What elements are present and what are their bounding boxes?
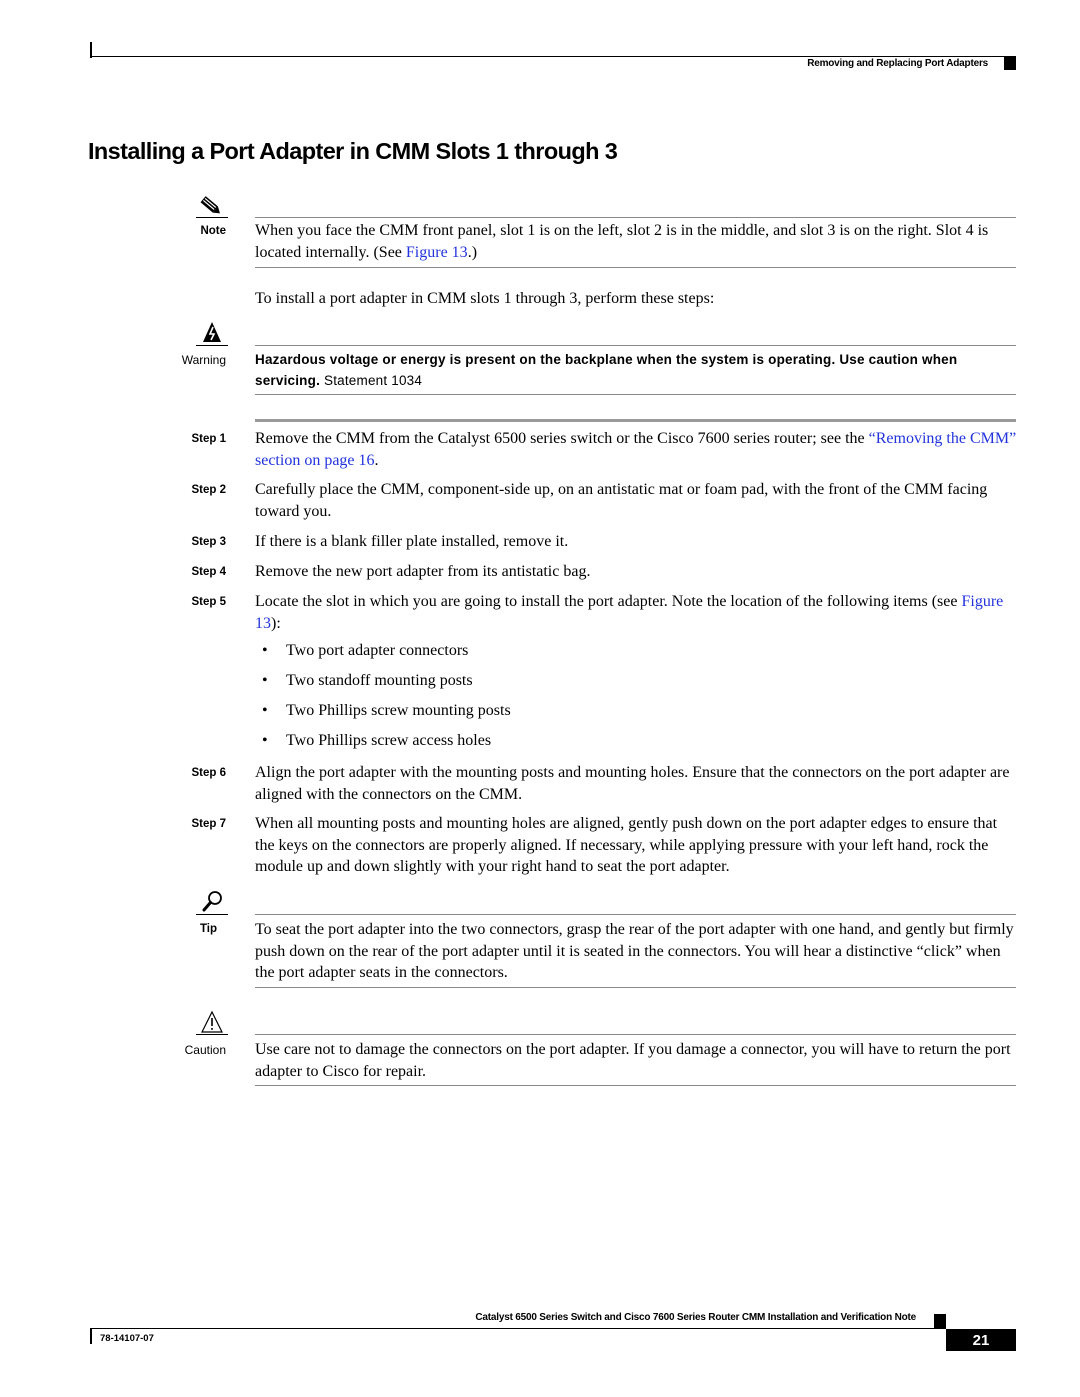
footer-corner-mark bbox=[90, 1328, 92, 1344]
step-7-label: Step 7 bbox=[191, 818, 226, 830]
step-2-text: Carefully place the CMM, component-side … bbox=[255, 481, 988, 520]
warning-label: Warning bbox=[181, 353, 226, 367]
list-item: Two port adapter connectors bbox=[286, 642, 469, 659]
warning-bottom-rule bbox=[255, 394, 1016, 395]
running-header: Removing and Replacing Port Adapters bbox=[807, 58, 988, 69]
step-4-text: Remove the new port adapter from its ant… bbox=[255, 563, 591, 580]
page-number: 21 bbox=[946, 1329, 1016, 1351]
step-3-text: If there is a blank filler plate install… bbox=[255, 533, 569, 550]
list-item: Two Phillips screw mounting posts bbox=[286, 702, 511, 719]
footer-rule bbox=[90, 1328, 946, 1329]
header-block-mark bbox=[1004, 57, 1016, 70]
caution-bottom-rule bbox=[255, 1085, 1016, 1086]
caution-label: Caution bbox=[184, 1043, 226, 1057]
electrical-hazard-icon bbox=[196, 320, 228, 344]
pencil-note-icon bbox=[196, 194, 228, 218]
step-5-text: Locate the slot in which you are going t… bbox=[255, 593, 1004, 632]
tip-bottom-rule bbox=[255, 987, 1016, 988]
caution-icon-rule bbox=[196, 1034, 228, 1035]
statement-number: Statement 1034 bbox=[323, 373, 423, 388]
step-6-text: Align the port adapter with the mounting… bbox=[255, 764, 1010, 803]
tip-text: To seat the port adapter into the two co… bbox=[255, 921, 1014, 981]
note-top-rule bbox=[255, 217, 1016, 218]
footer-doc-title: Catalyst 6500 Series Switch and Cisco 76… bbox=[475, 1312, 916, 1323]
step-4-label: Step 4 bbox=[191, 566, 226, 578]
page-title: Installing a Port Adapter in CMM Slots 1… bbox=[88, 138, 618, 164]
step-2-label: Step 2 bbox=[191, 484, 226, 496]
header-rule bbox=[90, 56, 1016, 57]
tip-top-rule bbox=[255, 914, 1016, 915]
note-icon-rule bbox=[196, 217, 228, 218]
warning-top-rule bbox=[255, 345, 1016, 346]
bullet-icon: • bbox=[262, 702, 268, 719]
footer-doc-number: 78-14107-07 bbox=[100, 1333, 154, 1344]
caution-top-rule bbox=[255, 1034, 1016, 1035]
step-7-text: When all mounting posts and mounting hol… bbox=[255, 815, 998, 875]
step-1-text: Remove the CMM from the Catalyst 6500 se… bbox=[255, 430, 1017, 469]
note-bottom-rule bbox=[255, 267, 1016, 268]
tip-label: Tip bbox=[199, 923, 217, 935]
note-label: Note bbox=[200, 225, 226, 237]
bullet-icon: • bbox=[262, 672, 268, 689]
tip-icon-rule bbox=[196, 914, 228, 915]
figure-13-link[interactable]: Figure 13 bbox=[406, 244, 468, 261]
list-item: Two Phillips screw access holes bbox=[286, 732, 492, 749]
step-1-label: Step 1 bbox=[191, 433, 226, 445]
footer-block-mark bbox=[934, 1314, 946, 1328]
caution-text: Use care not to damage the connectors on… bbox=[255, 1041, 1011, 1080]
list-item: Two standoff mounting posts bbox=[286, 672, 473, 689]
procedure-start-rule bbox=[255, 419, 1016, 422]
step-5-label: Step 5 bbox=[191, 596, 226, 608]
intro-text: To install a port adapter in CMM slots 1… bbox=[255, 290, 715, 307]
note-text: When you face the CMM front panel, slot … bbox=[255, 222, 989, 261]
bullet-icon: • bbox=[262, 642, 268, 659]
magnifier-tip-icon bbox=[196, 889, 228, 913]
bullet-icon: • bbox=[262, 732, 268, 749]
warning-text: Hazardous voltage or energy is present o… bbox=[255, 352, 958, 388]
warning-icon-rule bbox=[196, 345, 228, 346]
step-6-label: Step 6 bbox=[191, 767, 226, 779]
caution-triangle-icon bbox=[196, 1010, 228, 1034]
step-3-label: Step 3 bbox=[191, 536, 226, 548]
